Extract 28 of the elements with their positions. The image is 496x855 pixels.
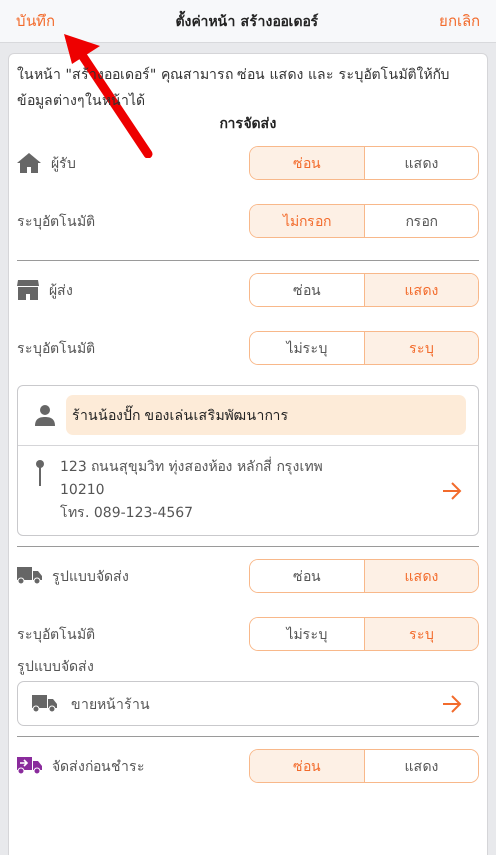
truck-icon (17, 567, 42, 585)
row-label: จัดส่งก่อนชำระ (52, 758, 145, 777)
row-label: ผู้รับ (51, 155, 76, 174)
pin-icon (36, 460, 44, 486)
address-text: โทร. 089-123-4567 (60, 504, 194, 523)
address-text: 123 ถนนสุขุมวิท ทุ่งสองห้อง หลักสี่ กรุงเทพ (60, 456, 426, 479)
person-icon (34, 404, 56, 426)
field-label: รูปแบบจัดส่ง (17, 658, 95, 677)
shipping-method-select[interactable]: ขายหน้าร้าน (17, 681, 479, 726)
row-label: ระบุอัตโนมัติ (17, 212, 95, 232)
sender-name-field[interactable]: ร้านน้องปั๊ก ของเล่นเสริมพัฒนาการ (66, 395, 466, 435)
row-label: รูปแบบจัดส่ง (52, 568, 129, 587)
section-title: การจัดส่ง (218, 115, 278, 134)
segment-tab[interactable]: แสดง (364, 750, 478, 782)
address-row[interactable]: 123 ถนนสุขุมวิท ทุ่งสองห้อง หลักสี่ กรุงเทพ 10210 โทร. 089-123-4567 (18, 446, 478, 535)
house-icon (17, 153, 41, 173)
arrow-right-icon (442, 694, 462, 712)
truck-icon (32, 694, 57, 712)
row-label: ผู้ส่ง (49, 282, 73, 301)
address-text: 10210 (60, 481, 106, 500)
segment-tab[interactable]: กรอก (364, 205, 478, 237)
arrow-right-icon (442, 482, 462, 500)
store-icon (17, 280, 39, 300)
row-label: ระบุอัตโนมัติ (17, 626, 95, 645)
page-title: ตั้งค่าหน้า สร้างออเดอร์ (176, 10, 318, 32)
row-label: ระบุอัตโนมัติ (17, 340, 95, 359)
delivery-truck-icon (17, 757, 42, 775)
segment-tab[interactable]: แสดง (364, 147, 478, 179)
